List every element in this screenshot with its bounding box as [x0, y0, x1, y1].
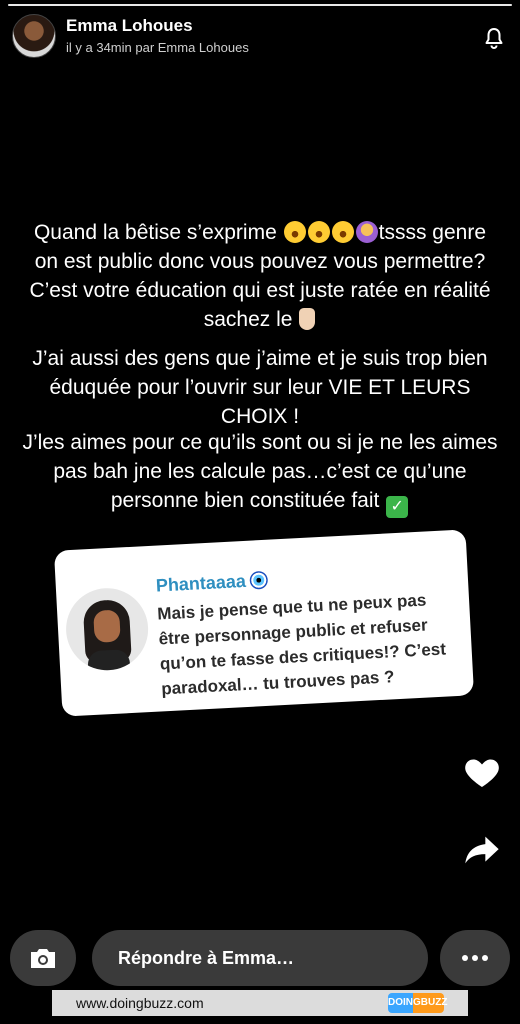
story-header: Emma Lohoues il y a 34min par Emma Lohou… [10, 14, 506, 60]
more-dot-icon [482, 955, 488, 961]
pointing-up-emoji-icon [299, 308, 316, 330]
share-icon[interactable] [462, 830, 502, 870]
rofl-emoji-icon [331, 221, 354, 243]
story-progress-fill [8, 4, 512, 6]
camera-button[interactable] [10, 930, 76, 986]
heart-icon[interactable] [462, 752, 502, 792]
question-author-avatar [64, 586, 151, 673]
caption-paragraph-1: Quand la bêtise s’exprime tssss genre on… [20, 218, 500, 334]
bell-icon[interactable] [482, 26, 506, 50]
more-dot-icon [462, 955, 468, 961]
profile-avatar[interactable] [12, 14, 56, 58]
caption-paragraph-3: J’les aimes pour ce qu’ils sont ou si je… [20, 428, 500, 518]
watermark-logo: DOINGBUZZ [388, 993, 447, 1013]
reply-bar: Répondre à Emma… [0, 928, 520, 988]
caption-text: J’les aimes pour ce qu’ils sont ou si je… [22, 431, 498, 512]
caption-text: Quand la bêtise s’exprime [33, 221, 277, 244]
user-name[interactable]: Emma Lohoues [66, 16, 193, 36]
check-mark-emoji-icon: ✓ [386, 496, 409, 518]
watermark-url: www.doingbuzz.com [76, 995, 204, 1011]
evil-eye-icon [249, 570, 269, 590]
site-watermark: www.doingbuzz.com DOINGBUZZ [52, 990, 468, 1016]
rofl-emoji-icon [283, 221, 306, 243]
reply-input[interactable]: Répondre à Emma… [92, 930, 428, 986]
caption-paragraph-2: J’ai aussi des gens que j’aime et je sui… [32, 347, 488, 428]
facepalm-emoji-icon [355, 221, 378, 243]
rofl-emoji-icon [307, 221, 330, 243]
story-meta: il y a 34min par Emma Lohoues [66, 40, 249, 55]
question-sticker[interactable]: Phantaaaa Mais je pense que tu ne peux p… [53, 529, 475, 717]
camera-icon [31, 949, 55, 968]
question-text: Mais je pense que tu ne peux pas être pe… [156, 590, 447, 699]
question-author-label: Phantaaaa [155, 570, 247, 596]
story-progress-bar [8, 4, 512, 6]
caption-text: tssss [378, 221, 427, 244]
question-author-name: Phantaaaa [155, 570, 269, 597]
more-dot-icon [472, 955, 478, 961]
more-options-button[interactable] [440, 930, 510, 986]
